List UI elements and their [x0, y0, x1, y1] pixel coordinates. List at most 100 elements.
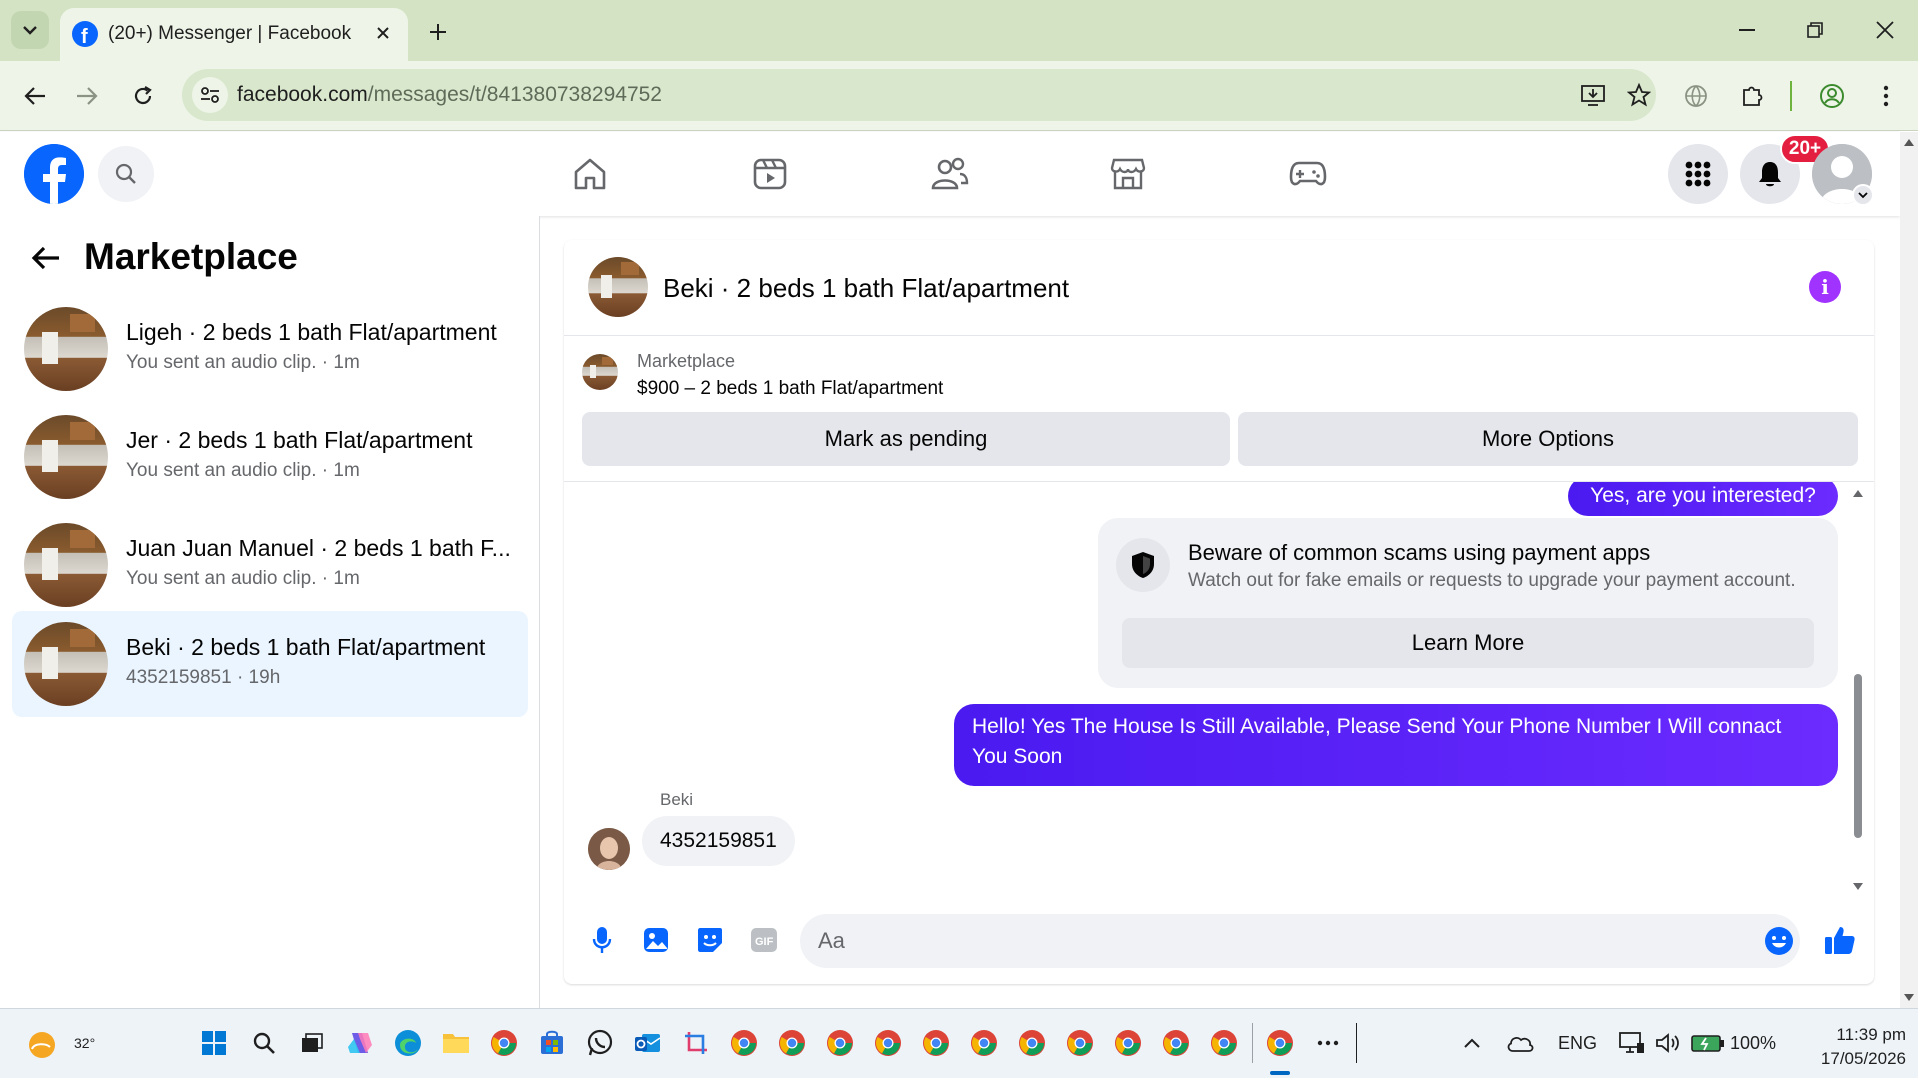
chrome-window-icon[interactable]	[774, 1025, 810, 1061]
thumbs-up-icon[interactable]	[1820, 920, 1860, 960]
account-chevron-icon[interactable]	[1852, 184, 1874, 206]
system-clock[interactable]: 11:39 pm 17/05/2026	[1796, 1023, 1906, 1071]
chrome-window-icon[interactable]	[966, 1025, 1002, 1061]
conversation-avatar	[24, 307, 108, 391]
file-explorer-icon[interactable]	[438, 1025, 474, 1061]
new-tab-icon[interactable]	[420, 14, 456, 50]
address-bar[interactable]: facebook.com/messages/t/841380738294752	[182, 69, 1656, 121]
home-icon[interactable]	[560, 146, 620, 202]
close-window-icon[interactable]	[1860, 10, 1910, 50]
conversation-item-active[interactable]: Beki · 2 beds 1 bath Flat/apartment 4352…	[12, 611, 528, 717]
edge-icon[interactable]	[390, 1025, 426, 1061]
microsoft-store-icon[interactable]	[534, 1025, 570, 1061]
bookmark-star-icon[interactable]	[1622, 78, 1656, 112]
snipping-tool-icon[interactable]	[678, 1025, 714, 1061]
sender-avatar[interactable]	[588, 828, 630, 870]
tab-title: (20+) Messenger | Facebook	[108, 23, 352, 44]
whatsapp-icon[interactable]	[582, 1025, 618, 1061]
microphone-icon[interactable]	[584, 922, 620, 958]
menu-grid-icon[interactable]	[1668, 144, 1728, 204]
taskbar-search-icon[interactable]	[246, 1025, 282, 1061]
close-tab-icon[interactable]	[368, 18, 398, 48]
marketplace-icon[interactable]	[1098, 146, 1158, 202]
conversation-avatar	[24, 523, 108, 607]
profile-account-icon[interactable]	[1812, 76, 1852, 116]
listing-title[interactable]: $900 – 2 beds 1 bath Flat/apartment	[637, 378, 943, 400]
chrome-window-icon[interactable]	[726, 1025, 762, 1061]
mark-as-pending-button[interactable]: Mark as pending	[582, 412, 1230, 466]
conversation-item[interactable]: Ligeh · 2 beds 1 bath Flat/apartment You…	[12, 296, 528, 402]
shield-icon	[1116, 538, 1170, 592]
friends-icon[interactable]	[920, 146, 980, 202]
battery-percent: 100%	[1730, 1033, 1777, 1053]
input-language[interactable]: ENG	[1558, 1033, 1597, 1054]
copilot-icon[interactable]	[342, 1025, 378, 1061]
more-apps-icon[interactable]	[1310, 1025, 1346, 1061]
chrome-window-icon[interactable]	[1110, 1025, 1146, 1061]
chevron-down-icon	[23, 26, 37, 35]
show-hidden-icons-chevron-icon[interactable]	[1454, 1025, 1490, 1061]
site-info-icon[interactable]	[192, 77, 228, 113]
minimize-icon[interactable]	[1722, 10, 1772, 50]
chrome-window-icon[interactable]	[822, 1025, 858, 1061]
conversation-preview: You sent an audio clip. · 1m	[126, 352, 360, 373]
chat-avatar[interactable]	[588, 257, 648, 317]
browser-tab[interactable]: f (20+) Messenger | Facebook	[60, 8, 408, 61]
conversation-preview: 4352159851 · 19h	[126, 667, 281, 688]
facebook-logo-icon[interactable]	[24, 144, 84, 204]
message-scrollbar[interactable]	[1852, 488, 1864, 892]
onedrive-cloud-icon[interactable]	[1502, 1025, 1538, 1061]
conversation-avatar	[24, 415, 108, 499]
chrome-window-icon[interactable]	[1206, 1025, 1242, 1061]
message-input[interactable]	[800, 914, 1800, 968]
chrome-active-window-icon[interactable]	[1262, 1025, 1298, 1061]
more-options-button[interactable]: More Options	[1238, 412, 1858, 466]
facebook-favicon-icon: f	[72, 21, 98, 48]
facebook-search-icon[interactable]	[98, 146, 154, 202]
translate-globe-icon[interactable]	[1676, 76, 1716, 116]
windows-taskbar: 32° ENG 100% 11:39 pm 17/05/2026	[0, 1008, 1918, 1078]
chrome-window-icon[interactable]	[870, 1025, 906, 1061]
chrome-window-icon[interactable]	[918, 1025, 954, 1061]
photo-icon[interactable]	[638, 922, 674, 958]
conversation-item[interactable]: Jer · 2 beds 1 bath Flat/apartment You s…	[12, 404, 528, 510]
scroll-down-icon[interactable]	[1852, 882, 1864, 892]
gif-icon[interactable]: GIF	[746, 922, 782, 958]
gaming-icon[interactable]	[1278, 146, 1338, 202]
forward-icon[interactable]	[66, 75, 108, 117]
restore-icon[interactable]	[1790, 10, 1840, 50]
outlook-icon[interactable]	[630, 1025, 666, 1061]
browser-menu-icon[interactable]	[1866, 76, 1906, 116]
conversation-name: Beki · 2 beds 1 bath Flat/apartment	[126, 634, 486, 660]
network-icon[interactable]	[1614, 1025, 1650, 1061]
tab-search-dropdown[interactable]	[11, 11, 49, 49]
back-arrow-icon[interactable]	[26, 238, 66, 278]
volume-icon[interactable]	[1650, 1025, 1686, 1061]
task-view-icon[interactable]	[294, 1025, 330, 1061]
scroll-thumb[interactable]	[1854, 674, 1862, 838]
page-scrollbar[interactable]	[1900, 132, 1918, 1008]
video-icon[interactable]	[740, 146, 800, 202]
info-icon[interactable]: i	[1809, 271, 1841, 303]
weather-widget[interactable]: 32°	[24, 1023, 95, 1063]
chrome-icon[interactable]	[486, 1025, 522, 1061]
chrome-window-icon[interactable]	[1062, 1025, 1098, 1061]
conversation-item[interactable]: Juan Juan Manuel · 2 beds 1 bath F... Yo…	[12, 512, 528, 618]
chrome-window-icon[interactable]	[1014, 1025, 1050, 1061]
back-icon[interactable]	[14, 75, 56, 117]
page-scroll-up-icon[interactable]	[1900, 136, 1918, 148]
reload-icon[interactable]	[122, 75, 164, 117]
sticker-icon[interactable]	[692, 922, 728, 958]
extensions-puzzle-icon[interactable]	[1732, 76, 1772, 116]
battery-icon[interactable]	[1690, 1025, 1726, 1061]
chrome-window-icon[interactable]	[1158, 1025, 1194, 1061]
windows-start-icon[interactable]	[196, 1025, 232, 1061]
page-scroll-down-icon[interactable]	[1900, 992, 1918, 1004]
scroll-up-icon[interactable]	[1852, 488, 1864, 498]
learn-more-button[interactable]: Learn More	[1122, 618, 1814, 668]
install-app-icon[interactable]	[1576, 78, 1610, 112]
emoji-icon[interactable]	[1762, 924, 1796, 958]
chat-title[interactable]: Beki · 2 beds 1 bath Flat/apartment	[663, 273, 1069, 304]
clock-date: 17/05/2026	[1820, 1049, 1906, 1068]
conversation-preview: You sent an audio clip. · 1m	[126, 568, 360, 589]
